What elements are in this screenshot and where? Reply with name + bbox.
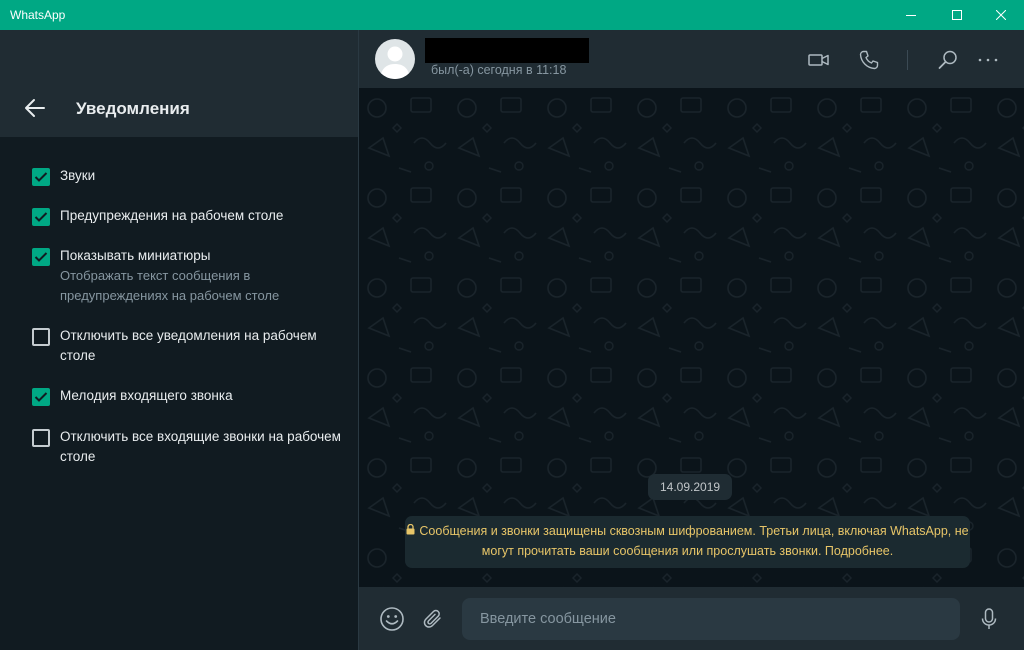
encryption-notice-text: Сообщения и звонки защищены сквозным шиф… bbox=[419, 524, 969, 558]
ringtone-checkbox[interactable] bbox=[32, 388, 50, 406]
voice-call-button[interactable] bbox=[857, 48, 881, 72]
attach-button[interactable] bbox=[420, 606, 446, 632]
option-label: Звуки bbox=[60, 168, 96, 183]
date-separator: 14.09.2019 bbox=[648, 474, 733, 500]
option-label: Показывать миниатюры bbox=[60, 248, 211, 263]
minimize-icon bbox=[906, 15, 916, 16]
video-call-button[interactable] bbox=[807, 48, 831, 72]
voice-call-icon bbox=[859, 50, 879, 70]
option-label: Предупреждения на рабочем столе bbox=[60, 208, 284, 223]
microphone-icon bbox=[981, 608, 997, 629]
checkmark-icon bbox=[34, 212, 48, 222]
checkmark-icon bbox=[34, 252, 48, 262]
desktop-alerts-checkbox[interactable] bbox=[32, 208, 50, 226]
settings-panel: Уведомления Звуки Предупреждения на рабо… bbox=[0, 30, 358, 650]
show-previews-checkbox[interactable] bbox=[32, 248, 50, 266]
search-icon bbox=[938, 50, 957, 69]
chat-messages-area[interactable]: 14.09.2019 Сообщения и звонки защищены с… bbox=[359, 88, 1024, 587]
mute-incoming-calls-checkbox[interactable] bbox=[32, 429, 50, 447]
chat-header[interactable]: был(-а) сегодня в 11:18 bbox=[359, 30, 1024, 88]
default-avatar-icon bbox=[380, 46, 410, 79]
message-composer bbox=[359, 587, 1024, 650]
mute-desktop-notifications-checkbox[interactable] bbox=[32, 328, 50, 346]
back-button[interactable] bbox=[24, 98, 46, 118]
more-options-button[interactable] bbox=[976, 48, 1000, 72]
contact-name-redacted bbox=[425, 38, 589, 63]
checkmark-icon bbox=[34, 392, 48, 402]
close-button[interactable] bbox=[978, 0, 1024, 30]
app-title: WhatsApp bbox=[10, 8, 66, 22]
search-button[interactable] bbox=[936, 48, 960, 72]
last-seen-status: был(-а) сегодня в 11:18 bbox=[431, 63, 567, 77]
encryption-notice[interactable]: Сообщения и звонки защищены сквозным шиф… bbox=[405, 516, 970, 568]
voice-message-button[interactable] bbox=[976, 606, 1002, 632]
emoji-icon bbox=[380, 607, 404, 631]
settings-header: Уведомления bbox=[0, 30, 358, 137]
title-bar: WhatsApp bbox=[0, 0, 1024, 30]
option-sublabel: Отображать текст сообщения в предупрежде… bbox=[60, 268, 280, 303]
doodle-wallpaper bbox=[359, 88, 1024, 587]
back-arrow-icon bbox=[25, 99, 45, 117]
minimize-button[interactable] bbox=[888, 0, 934, 30]
maximize-icon bbox=[952, 10, 962, 20]
message-input[interactable] bbox=[462, 598, 960, 640]
video-call-icon bbox=[808, 54, 829, 66]
attach-icon bbox=[423, 609, 441, 628]
lock-icon bbox=[406, 524, 415, 535]
maximize-button[interactable] bbox=[934, 0, 980, 30]
checkmark-icon bbox=[34, 172, 48, 182]
sounds-checkbox[interactable] bbox=[32, 168, 50, 186]
more-options-icon bbox=[978, 58, 998, 62]
emoji-button[interactable] bbox=[379, 606, 405, 632]
header-separator bbox=[907, 50, 908, 70]
avatar[interactable] bbox=[375, 39, 415, 79]
option-label: Отключить все уведомления на рабочем сто… bbox=[60, 328, 317, 363]
close-icon bbox=[996, 10, 1006, 20]
settings-title: Уведомления bbox=[76, 99, 190, 118]
option-label: Мелодия входящего звонка bbox=[60, 388, 233, 403]
option-label: Отключить все входящие звонки на рабочем… bbox=[60, 429, 341, 464]
